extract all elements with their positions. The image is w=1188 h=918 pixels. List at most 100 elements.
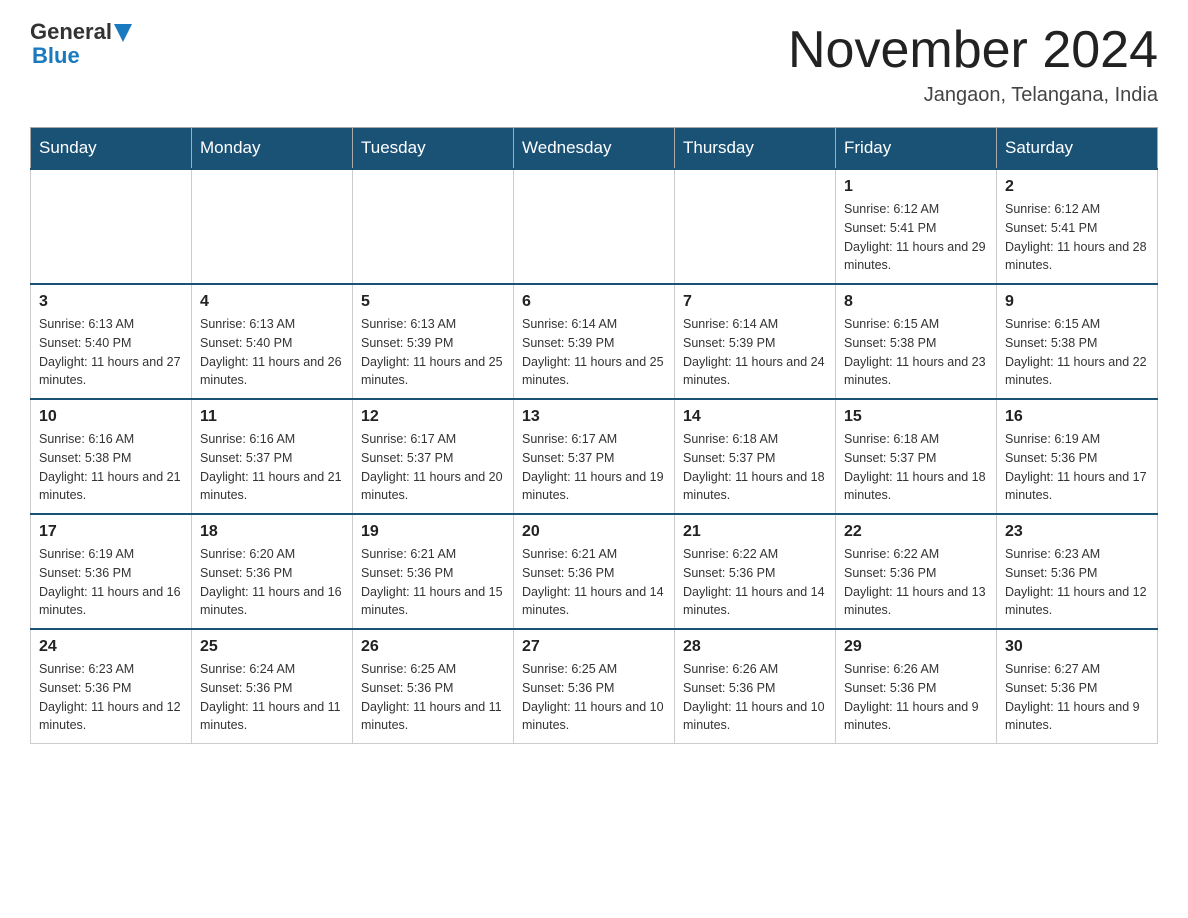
calendar-cell: 12Sunrise: 6:17 AM Sunset: 5:37 PM Dayli… <box>353 399 514 514</box>
calendar-cell: 19 Sunrise: 6:21 AM Sunset: 5:36 PM Dayli… <box>353 514 514 629</box>
day-info: Sunrise: 6:21 AM Sunset: 5:36 PM Dayligh… <box>522 545 666 620</box>
day-info: Sunrise: 6:14 AM Sunset: 5:39 PM Dayligh… <box>683 315 827 390</box>
day-number: 25 <box>200 638 344 656</box>
day-info: Sunrise: 6:23 AM Sunset: 5:36 PM Dayligh… <box>39 660 183 735</box>
day-info: Sunrise: 6:18 AM Sunset: 5:37 PM Dayligh… <box>844 430 988 505</box>
weekday-header-saturday: Saturday <box>997 128 1158 170</box>
calendar-cell: 24Sunrise: 6:23 AM Sunset: 5:36 PM Dayli… <box>31 629 192 744</box>
calendar-cell: 3 Sunrise: 6:13 AM Sunset: 5:40 PM Daylig… <box>31 284 192 399</box>
day-info: Sunrise: 6:25 AM Sunset: 5:36 PM Dayligh… <box>522 660 666 735</box>
day-number: 6 <box>522 293 666 311</box>
calendar-cell: 1 Sunrise: 6:12 AM Sunset: 5:41 PM Daylig… <box>836 169 997 284</box>
calendar-cell: 20Sunrise: 6:21 AM Sunset: 5:36 PM Dayli… <box>514 514 675 629</box>
day-number: 3 <box>39 293 183 311</box>
page-header: General Blue November 2024 Jangaon, Tela… <box>30 20 1158 107</box>
week-row-5: 24Sunrise: 6:23 AM Sunset: 5:36 PM Dayli… <box>31 629 1158 744</box>
day-info: Sunrise: 6:13 AM Sunset: 5:40 PM Dayligh… <box>39 315 183 390</box>
day-info: Sunrise: 6:22 AM Sunset: 5:36 PM Dayligh… <box>844 545 988 620</box>
day-info: Sunrise: 6:26 AM Sunset: 5:36 PM Dayligh… <box>683 660 827 735</box>
calendar-cell: 28 Sunrise: 6:26 AM Sunset: 5:36 PM Dayli… <box>675 629 836 744</box>
calendar-cell: 18Sunrise: 6:20 AM Sunset: 5:36 PM Dayli… <box>192 514 353 629</box>
weekday-header-tuesday: Tuesday <box>353 128 514 170</box>
calendar-cell: 22 Sunrise: 6:22 AM Sunset: 5:36 PM Dayli… <box>836 514 997 629</box>
logo: General Blue <box>30 20 132 68</box>
calendar-cell: 6 Sunrise: 6:14 AM Sunset: 5:39 PM Daylig… <box>514 284 675 399</box>
day-number: 5 <box>361 293 505 311</box>
day-info: Sunrise: 6:21 AM Sunset: 5:36 PM Dayligh… <box>361 545 505 620</box>
day-info: Sunrise: 6:23 AM Sunset: 5:36 PM Dayligh… <box>1005 545 1149 620</box>
calendar-cell <box>31 169 192 284</box>
day-number: 7 <box>683 293 827 311</box>
day-number: 10 <box>39 408 183 426</box>
calendar-cell: 4 Sunrise: 6:13 AM Sunset: 5:40 PM Daylig… <box>192 284 353 399</box>
calendar-cell: 9Sunrise: 6:15 AM Sunset: 5:38 PM Daylig… <box>997 284 1158 399</box>
day-number: 11 <box>200 408 344 426</box>
day-number: 28 <box>683 638 827 656</box>
calendar-cell: 7 Sunrise: 6:14 AM Sunset: 5:39 PM Daylig… <box>675 284 836 399</box>
day-number: 4 <box>200 293 344 311</box>
logo-blue: Blue <box>32 44 132 68</box>
calendar-cell <box>675 169 836 284</box>
day-number: 2 <box>1005 178 1149 196</box>
day-info: Sunrise: 6:19 AM Sunset: 5:36 PM Dayligh… <box>39 545 183 620</box>
calendar-cell: 10 Sunrise: 6:16 AM Sunset: 5:38 PM Dayli… <box>31 399 192 514</box>
calendar-cell: 16Sunrise: 6:19 AM Sunset: 5:36 PM Dayli… <box>997 399 1158 514</box>
weekday-header-thursday: Thursday <box>675 128 836 170</box>
day-info: Sunrise: 6:25 AM Sunset: 5:36 PM Dayligh… <box>361 660 505 735</box>
day-number: 14 <box>683 408 827 426</box>
day-number: 13 <box>522 408 666 426</box>
day-number: 21 <box>683 523 827 541</box>
calendar-cell: 15 Sunrise: 6:18 AM Sunset: 5:37 PM Dayli… <box>836 399 997 514</box>
day-info: Sunrise: 6:14 AM Sunset: 5:39 PM Dayligh… <box>522 315 666 390</box>
day-info: Sunrise: 6:12 AM Sunset: 5:41 PM Dayligh… <box>844 200 988 275</box>
day-number: 19 <box>361 523 505 541</box>
calendar-cell <box>514 169 675 284</box>
calendar-cell: 21 Sunrise: 6:22 AM Sunset: 5:36 PM Dayli… <box>675 514 836 629</box>
week-row-4: 17 Sunrise: 6:19 AM Sunset: 5:36 PM Dayli… <box>31 514 1158 629</box>
day-info: Sunrise: 6:18 AM Sunset: 5:37 PM Dayligh… <box>683 430 827 505</box>
weekday-header-row: SundayMondayTuesdayWednesdayThursdayFrid… <box>31 128 1158 170</box>
weekday-header-wednesday: Wednesday <box>514 128 675 170</box>
calendar-cell: 29 Sunrise: 6:26 AM Sunset: 5:36 PM Dayli… <box>836 629 997 744</box>
calendar-cell: 23Sunrise: 6:23 AM Sunset: 5:36 PM Dayli… <box>997 514 1158 629</box>
title-section: November 2024 Jangaon, Telangana, India <box>788 20 1158 107</box>
calendar-cell: 11Sunrise: 6:16 AM Sunset: 5:37 PM Dayli… <box>192 399 353 514</box>
day-info: Sunrise: 6:19 AM Sunset: 5:36 PM Dayligh… <box>1005 430 1149 505</box>
calendar-cell: 13 Sunrise: 6:17 AM Sunset: 5:37 PM Dayli… <box>514 399 675 514</box>
day-number: 8 <box>844 293 988 311</box>
day-number: 22 <box>844 523 988 541</box>
day-number: 29 <box>844 638 988 656</box>
day-number: 1 <box>844 178 988 196</box>
day-info: Sunrise: 6:27 AM Sunset: 5:36 PM Dayligh… <box>1005 660 1149 735</box>
day-info: Sunrise: 6:22 AM Sunset: 5:36 PM Dayligh… <box>683 545 827 620</box>
week-row-3: 10 Sunrise: 6:16 AM Sunset: 5:38 PM Dayli… <box>31 399 1158 514</box>
day-info: Sunrise: 6:24 AM Sunset: 5:36 PM Dayligh… <box>200 660 344 735</box>
calendar-cell: 17 Sunrise: 6:19 AM Sunset: 5:36 PM Dayli… <box>31 514 192 629</box>
calendar-cell: 5Sunrise: 6:13 AM Sunset: 5:39 PM Daylig… <box>353 284 514 399</box>
calendar-cell: 14 Sunrise: 6:18 AM Sunset: 5:37 PM Dayli… <box>675 399 836 514</box>
day-info: Sunrise: 6:12 AM Sunset: 5:41 PM Dayligh… <box>1005 200 1149 275</box>
day-number: 15 <box>844 408 988 426</box>
calendar-cell: 27 Sunrise: 6:25 AM Sunset: 5:36 PM Dayli… <box>514 629 675 744</box>
day-number: 26 <box>361 638 505 656</box>
day-number: 27 <box>522 638 666 656</box>
weekday-header-sunday: Sunday <box>31 128 192 170</box>
day-number: 17 <box>39 523 183 541</box>
logo-arrow-icon <box>114 24 132 44</box>
calendar-cell: 30Sunrise: 6:27 AM Sunset: 5:36 PM Dayli… <box>997 629 1158 744</box>
day-info: Sunrise: 6:17 AM Sunset: 5:37 PM Dayligh… <box>522 430 666 505</box>
logo-general: General <box>30 20 112 44</box>
weekday-header-monday: Monday <box>192 128 353 170</box>
month-title: November 2024 <box>788 20 1158 80</box>
day-info: Sunrise: 6:16 AM Sunset: 5:38 PM Dayligh… <box>39 430 183 505</box>
day-info: Sunrise: 6:13 AM Sunset: 5:40 PM Dayligh… <box>200 315 344 390</box>
day-info: Sunrise: 6:20 AM Sunset: 5:36 PM Dayligh… <box>200 545 344 620</box>
week-row-2: 3 Sunrise: 6:13 AM Sunset: 5:40 PM Daylig… <box>31 284 1158 399</box>
location-text: Jangaon, Telangana, India <box>788 84 1158 107</box>
calendar-cell: 2 Sunrise: 6:12 AM Sunset: 5:41 PM Daylig… <box>997 169 1158 284</box>
day-info: Sunrise: 6:15 AM Sunset: 5:38 PM Dayligh… <box>844 315 988 390</box>
day-info: Sunrise: 6:17 AM Sunset: 5:37 PM Dayligh… <box>361 430 505 505</box>
week-row-1: 1 Sunrise: 6:12 AM Sunset: 5:41 PM Daylig… <box>31 169 1158 284</box>
day-info: Sunrise: 6:26 AM Sunset: 5:36 PM Dayligh… <box>844 660 988 735</box>
calendar-cell <box>192 169 353 284</box>
